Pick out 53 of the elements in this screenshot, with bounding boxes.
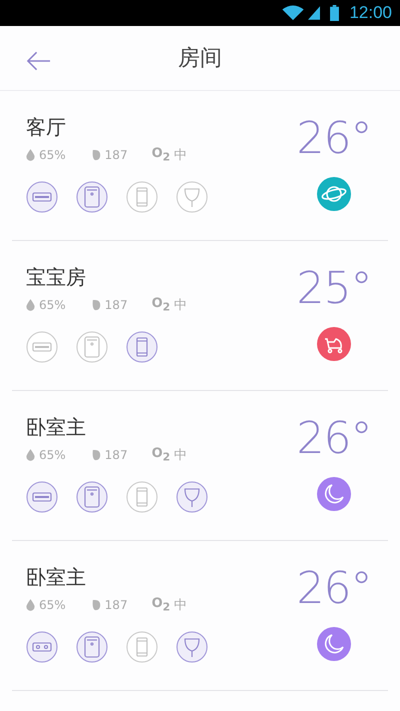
pm-value: 187 <box>104 448 128 462</box>
oxygen-label: O$_{2}$ <box>152 146 170 164</box>
oxygen-label: O$_{2}$ <box>152 596 170 614</box>
air-conditioner-icon[interactable] <box>26 331 58 363</box>
air-conditioner-icon[interactable] <box>26 481 58 513</box>
back-arrow-icon[interactable] <box>26 51 51 71</box>
page-title: 房间 <box>178 45 222 73</box>
room-name: 卧室主 <box>26 415 87 439</box>
oxygen-level: 中 <box>174 297 188 314</box>
humidity-value: 65% <box>39 448 66 462</box>
humidity-value: 65% <box>39 298 66 312</box>
air-purifier-icon[interactable] <box>76 481 108 513</box>
room-name: 卧室主 <box>26 565 87 589</box>
socket-icon[interactable] <box>26 631 58 663</box>
pm-value: 187 <box>104 148 128 162</box>
room-name: 客厅 <box>26 115 67 139</box>
wifi-icon <box>282 5 304 21</box>
room-card[interactable]: 客厅 65% 187 O$_{2}$ 中 26° <box>12 91 388 241</box>
status-time: 12:00 <box>349 3 392 23</box>
battery-icon <box>330 5 340 21</box>
stroller-icon[interactable] <box>317 327 351 361</box>
temperature-value: 26° <box>296 415 372 463</box>
moon-icon[interactable] <box>317 477 351 511</box>
oxygen-level: 中 <box>174 447 188 464</box>
planet-icon[interactable] <box>317 177 351 211</box>
temperature-value: 26° <box>296 115 372 163</box>
vase-icon[interactable] <box>176 481 208 513</box>
room-name: 宝宝房 <box>26 265 87 289</box>
humidity-value: 65% <box>39 598 66 612</box>
air-purifier-icon[interactable] <box>76 631 108 663</box>
drop-icon <box>26 149 35 161</box>
oxygen-level: 中 <box>174 147 188 164</box>
room-card[interactable]: 卧室主 65% 187 O$_{2}$ 中 26° <box>12 391 388 541</box>
drop-icon <box>26 599 35 611</box>
vase-icon[interactable] <box>176 181 208 213</box>
air-conditioner-icon[interactable] <box>26 181 58 213</box>
drop-icon <box>26 449 35 461</box>
moon-icon[interactable] <box>317 627 351 661</box>
vase-icon[interactable] <box>176 631 208 663</box>
oxygen-label: O$_{2}$ <box>152 446 170 464</box>
air-purifier-icon[interactable] <box>76 181 108 213</box>
pm-value: 187 <box>104 598 128 612</box>
signal-icon <box>308 6 320 20</box>
air-purifier-icon[interactable] <box>76 331 108 363</box>
room-card[interactable]: 宝宝房 65% 187 O$_{2}$ 中 25° <box>12 241 388 391</box>
humidity-value: 65% <box>39 148 66 162</box>
temperature-value: 25° <box>296 265 372 313</box>
oxygen-label: O$_{2}$ <box>152 296 170 314</box>
drop-icon <box>26 299 35 311</box>
room-card[interactable]: 卧室主 65% 187 O$_{2}$ 中 26° <box>12 541 388 691</box>
oxygen-level: 中 <box>174 597 188 614</box>
pm-value: 187 <box>104 298 128 312</box>
temperature-value: 26° <box>296 565 372 613</box>
